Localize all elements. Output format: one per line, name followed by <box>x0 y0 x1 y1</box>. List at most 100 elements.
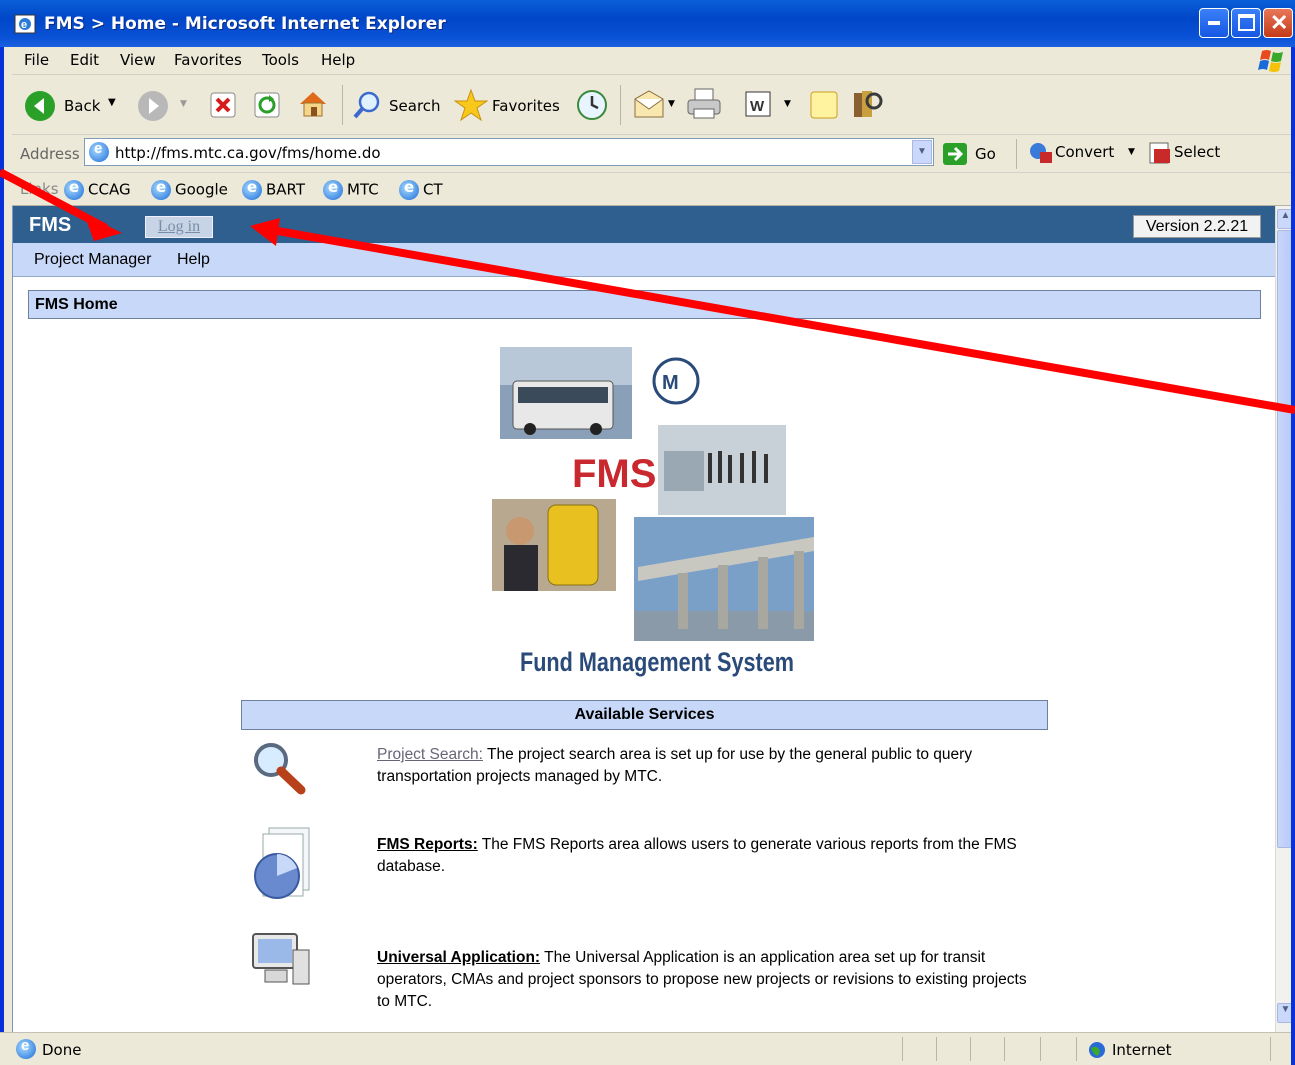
menu-tools[interactable]: Tools <box>262 51 299 69</box>
fms-header-bar: FMS Log in Version 2.2.21 <box>13 206 1275 243</box>
edit-dropdown-icon[interactable]: ▼ <box>784 99 791 109</box>
mtc-logo: M <box>652 357 700 405</box>
favorites-label[interactable]: Favorites <box>492 97 560 115</box>
computer-icon <box>252 933 310 985</box>
link-bart[interactable]: BART <box>242 178 305 200</box>
menu-edit[interactable]: Edit <box>70 51 99 69</box>
convert-button[interactable]: Convert <box>1055 143 1114 161</box>
fms-brand: FMS <box>29 214 72 236</box>
project-search-link[interactable]: Project Search: <box>377 746 483 763</box>
callbox-photo <box>492 499 616 591</box>
menu-file[interactable]: File <box>24 51 49 69</box>
maximize-button[interactable] <box>1231 8 1261 38</box>
home-icon[interactable] <box>297 89 329 119</box>
back-arrow-icon[interactable] <box>24 90 56 122</box>
page-title-bar: FMS Home <box>28 290 1261 319</box>
mail-dropdown-icon[interactable]: ▼ <box>668 99 675 109</box>
services-header-label: Available Services <box>574 706 715 723</box>
bus-photo <box>500 347 632 439</box>
title-bar: e FMS > Home - Microsoft Internet Explor… <box>0 0 1295 47</box>
research-icon[interactable] <box>850 87 884 121</box>
status-bar: Done Internet <box>0 1032 1295 1065</box>
back-dropdown-icon[interactable]: ▼ <box>108 97 116 108</box>
service-project-search: Project Search: The project search area … <box>377 744 1037 788</box>
link-ct-label[interactable]: CT <box>423 181 443 199</box>
refresh-icon[interactable] <box>254 92 280 118</box>
windows-logo-icon <box>1258 50 1283 72</box>
link-ie-icon <box>399 178 419 200</box>
go-arrow-icon[interactable] <box>942 142 968 166</box>
link-ie-icon <box>323 178 343 200</box>
go-button[interactable]: Go <box>975 145 996 163</box>
menu-view[interactable]: View <box>120 51 156 69</box>
convert-pdf-icon[interactable] <box>1028 141 1054 165</box>
history-icon[interactable] <box>576 89 608 121</box>
svg-text:e: e <box>21 19 27 31</box>
mail-icon[interactable] <box>632 89 666 121</box>
nav-help[interactable]: Help <box>177 251 210 269</box>
forward-arrow-icon[interactable] <box>137 90 169 122</box>
address-bar: Address http://fms.mtc.ca.gov/fms/home.d… <box>0 135 1295 173</box>
nav-project-manager[interactable]: Project Manager <box>34 251 151 269</box>
forward-dropdown-icon[interactable]: ▼ <box>180 99 187 109</box>
notes-icon[interactable] <box>808 89 840 121</box>
back-label[interactable]: Back <box>64 97 100 115</box>
link-mtc-label[interactable]: MTC <box>347 181 379 199</box>
nav-bar: Project Manager Help <box>13 243 1275 277</box>
magnifier-icon <box>254 743 306 795</box>
select-button[interactable]: Select <box>1174 143 1220 161</box>
convert-dropdown-icon[interactable]: ▼ <box>1128 147 1135 157</box>
select-pdf-icon[interactable] <box>1148 141 1172 165</box>
menu-favorites[interactable]: Favorites <box>174 51 242 69</box>
favorites-star-icon[interactable] <box>454 88 488 122</box>
svg-text:M: M <box>662 372 679 394</box>
link-ccag[interactable]: CCAG <box>64 178 131 200</box>
toolbar: Back ▼ ▼ Search Favorites ▼ W ▼ <box>0 75 1295 135</box>
link-ie-icon <box>151 178 171 200</box>
address-label: Address <box>20 145 80 163</box>
fms-collage-logo: M FMS Fund Management System <box>492 347 814 677</box>
services-header: Available Services <box>241 700 1048 730</box>
menu-help[interactable]: Help <box>321 51 355 69</box>
stop-icon[interactable] <box>210 92 236 118</box>
page-ie-icon <box>89 140 109 162</box>
bart-photo <box>658 425 786 515</box>
address-url[interactable]: http://fms.mtc.ca.gov/fms/home.do <box>115 144 381 162</box>
edit-word-icon[interactable]: W <box>744 90 772 118</box>
address-input[interactable]: http://fms.mtc.ca.gov/fms/home.do ▼ <box>84 138 934 166</box>
minimize-button[interactable] <box>1199 8 1229 38</box>
print-icon[interactable] <box>686 87 722 121</box>
menu-bar: File Edit View Favorites Tools Help <box>0 47 1295 75</box>
bridge-photo <box>634 517 814 641</box>
link-ie-icon <box>242 178 262 200</box>
link-google-label[interactable]: Google <box>175 181 228 199</box>
status-ie-icon <box>16 1037 36 1059</box>
link-ct[interactable]: CT <box>399 178 443 200</box>
ie-window-icon: e <box>14 14 36 34</box>
search-icon[interactable] <box>352 90 382 120</box>
zone-label: Internet <box>1112 1041 1172 1059</box>
link-ccag-label[interactable]: CCAG <box>88 181 131 199</box>
search-label[interactable]: Search <box>389 97 441 115</box>
universal-application-link[interactable]: Universal Application: <box>377 949 540 966</box>
report-chart-icon <box>254 827 310 899</box>
link-google[interactable]: Google <box>151 178 228 200</box>
fms-caption: Fund Management System <box>520 647 794 677</box>
link-mtc[interactable]: MTC <box>323 178 379 200</box>
window-left-border <box>0 47 12 1032</box>
version-label: Version 2.2.21 <box>1133 215 1261 238</box>
login-button[interactable]: Log in <box>145 216 213 238</box>
svg-text:W: W <box>750 98 765 115</box>
internet-globe-icon <box>1089 1042 1105 1058</box>
link-bart-label[interactable]: BART <box>266 181 305 199</box>
service-fms-reports: FMS Reports: The FMS Reports area allows… <box>377 834 1037 878</box>
fms-reports-link[interactable]: FMS Reports: <box>377 836 478 853</box>
close-button[interactable]: ✕ <box>1263 8 1293 38</box>
links-label: Links <box>20 180 59 198</box>
address-dropdown-icon[interactable]: ▼ <box>912 140 932 164</box>
status-text: Done <box>42 1041 82 1059</box>
page-title: FMS Home <box>35 296 118 313</box>
links-bar: Links CCAG Google BART MTC CT <box>0 173 1295 206</box>
link-ie-icon <box>64 178 84 200</box>
service-universal-application: Universal Application: The Universal App… <box>377 947 1037 1013</box>
